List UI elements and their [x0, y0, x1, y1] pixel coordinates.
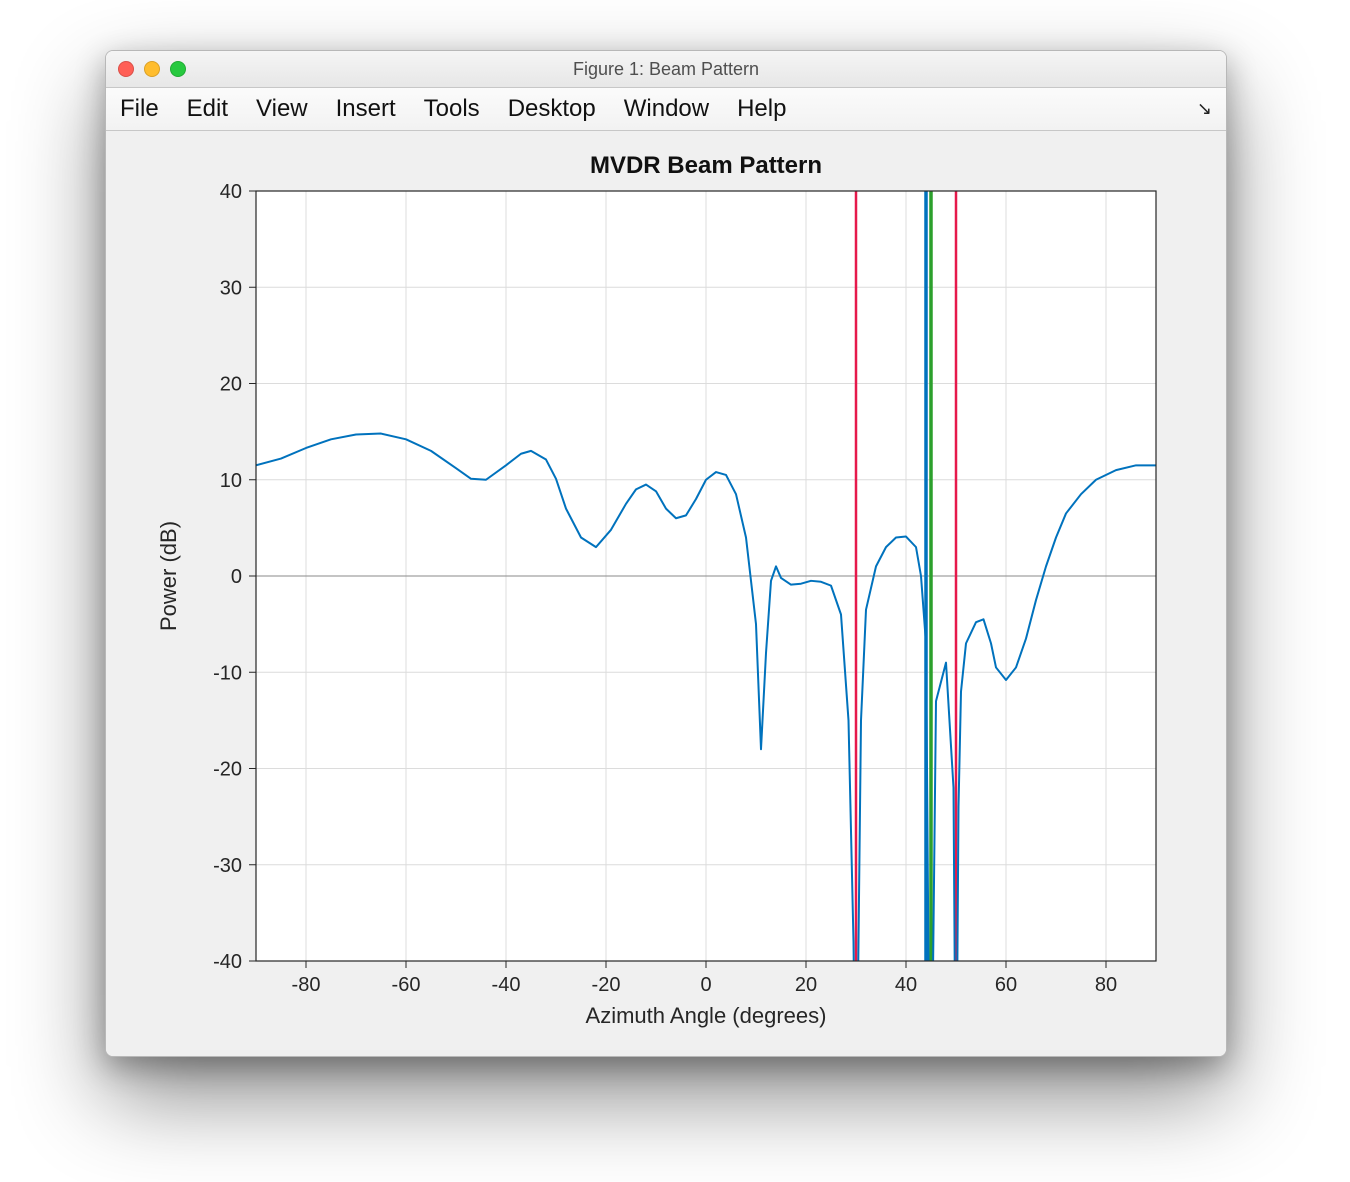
- menu-insert[interactable]: Insert: [336, 95, 396, 123]
- chart-title: MVDR Beam Pattern: [590, 152, 822, 179]
- titlebar: Figure 1: Beam Pattern: [106, 51, 1226, 88]
- menu-edit[interactable]: Edit: [187, 95, 228, 123]
- y-tick-label: -40: [213, 951, 242, 973]
- menu-tools[interactable]: Tools: [424, 95, 480, 123]
- minimize-icon[interactable]: [144, 61, 160, 77]
- y-tick-label: -30: [213, 855, 242, 877]
- menubar: File Edit View Insert Tools Desktop Wind…: [106, 88, 1226, 131]
- y-tick-label: 0: [231, 566, 242, 588]
- chart: -80 -60 -40 -20 0 20 40 60 80 -40 -30 -20 -10 0 10 20 30…: [106, 131, 1226, 1056]
- figure-window: Figure 1: Beam Pattern File Edit View In…: [105, 50, 1227, 1057]
- y-tick-label: 40: [220, 181, 242, 203]
- menu-view[interactable]: View: [256, 95, 308, 123]
- menu-file[interactable]: File: [120, 95, 159, 123]
- menu-desktop[interactable]: Desktop: [508, 95, 596, 123]
- y-tick-label: 20: [220, 374, 242, 396]
- x-tick-label: 80: [1095, 974, 1117, 996]
- x-tick-label: 20: [795, 974, 817, 996]
- x-axis-label: Azimuth Angle (degrees): [586, 1003, 827, 1028]
- window-title: Figure 1: Beam Pattern: [106, 59, 1226, 80]
- dock-icon[interactable]: ↘: [1197, 99, 1212, 120]
- menu-help[interactable]: Help: [737, 95, 786, 123]
- figure-area: -80 -60 -40 -20 0 20 40 60 80 -40 -30 -20 -10 0 10 20 30…: [106, 131, 1226, 1056]
- zoom-icon[interactable]: [170, 61, 186, 77]
- x-tick-label: -80: [292, 974, 321, 996]
- close-icon[interactable]: [118, 61, 134, 77]
- x-tick-label: 40: [895, 974, 917, 996]
- x-tick-label: -60: [392, 974, 421, 996]
- menu-window[interactable]: Window: [624, 95, 709, 123]
- y-axis-label: Power (dB): [156, 521, 181, 631]
- x-tick-label: -20: [592, 974, 621, 996]
- window-controls: [118, 61, 186, 77]
- y-tick-label: -20: [213, 759, 242, 781]
- y-tick-label: 10: [220, 470, 242, 492]
- y-tick-label: -10: [213, 662, 242, 684]
- x-tick-label: -40: [492, 974, 521, 996]
- x-tick-label: 0: [700, 974, 711, 996]
- y-tick-label: 30: [220, 277, 242, 299]
- x-tick-label: 60: [995, 974, 1017, 996]
